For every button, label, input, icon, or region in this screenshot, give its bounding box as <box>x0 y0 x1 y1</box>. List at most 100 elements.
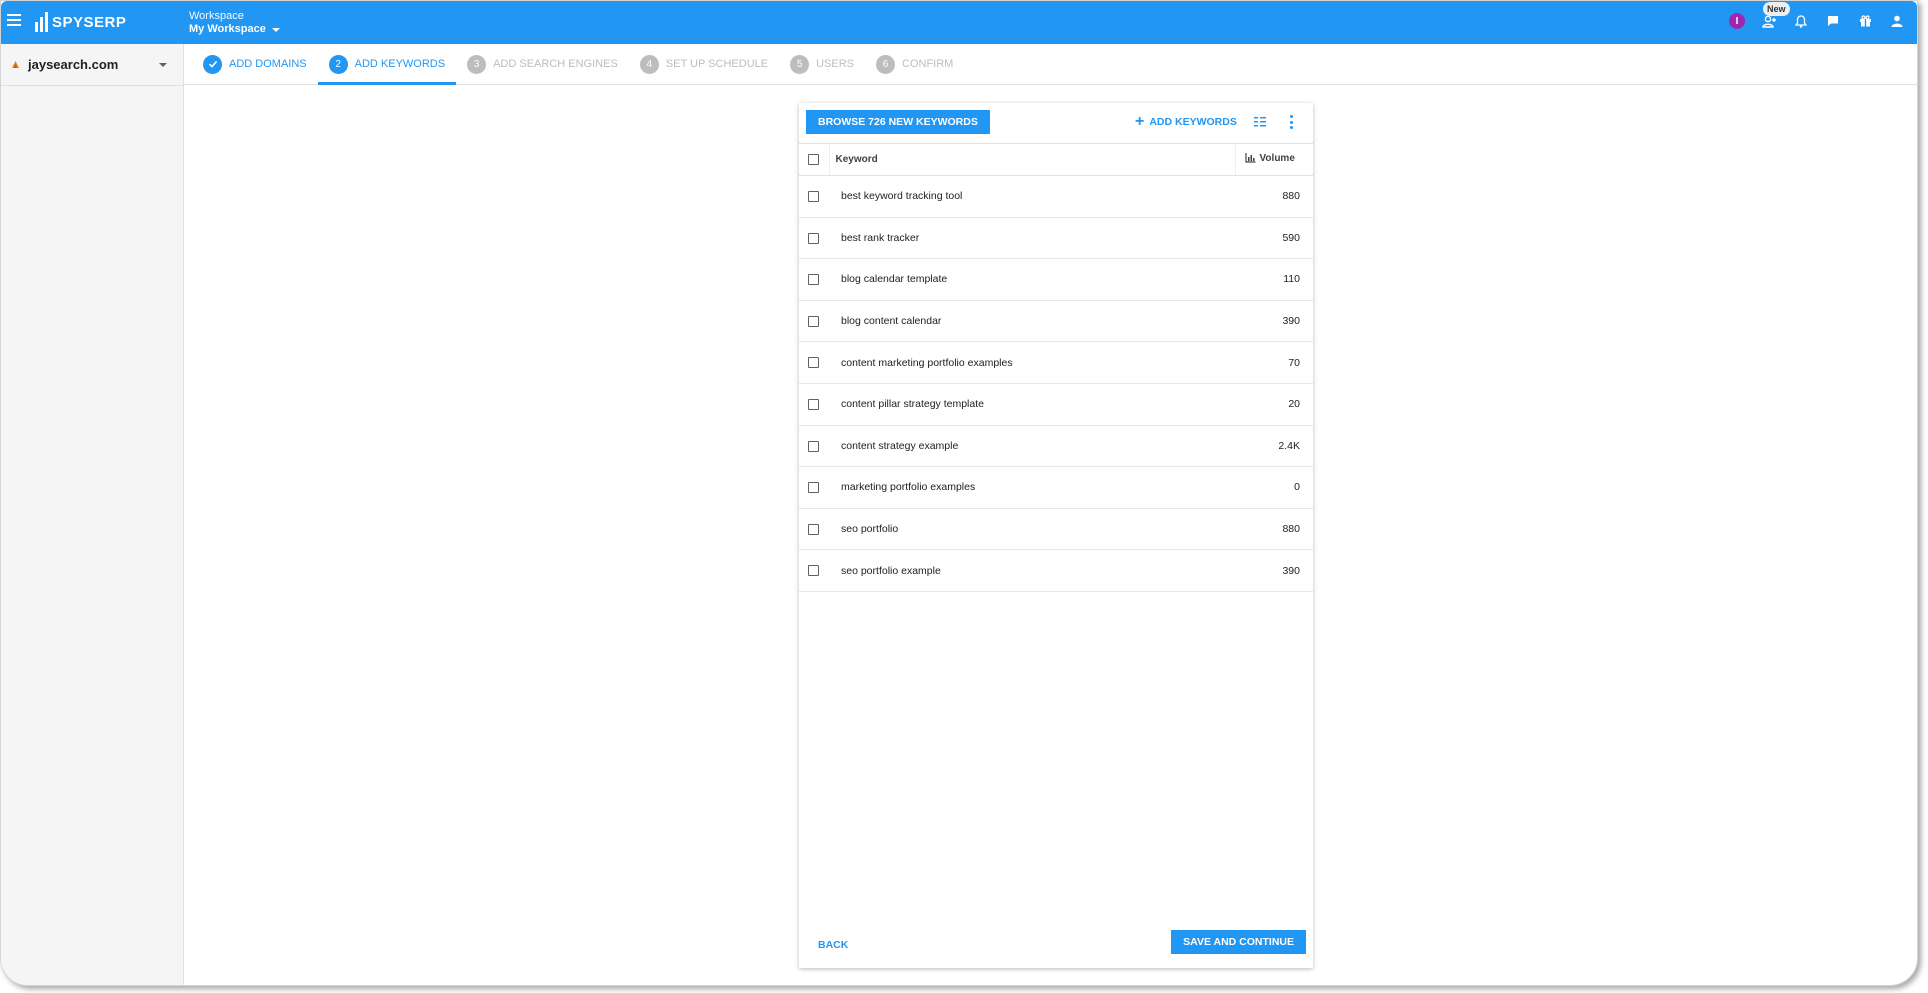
keyword-cell: content strategy example <box>829 425 1235 468</box>
row-check-cell <box>799 175 829 218</box>
top-app-bar: SPYSERP Workspace My Workspace I New <box>1 1 1917 44</box>
messages-button[interactable] <box>1825 13 1841 29</box>
volume-cell: 880 <box>1235 175 1313 218</box>
row-checkbox[interactable] <box>808 482 819 494</box>
keyword-cell: blog calendar template <box>829 258 1235 301</box>
row-check-cell <box>799 425 829 468</box>
volume-cell: 390 <box>1235 300 1313 343</box>
gift-button[interactable] <box>1857 13 1873 29</box>
keyword-cell: content marketing portfolio examples <box>829 341 1235 384</box>
new-badge: New <box>1763 2 1790 16</box>
chevron-down-icon <box>271 27 280 32</box>
row-checkbox[interactable] <box>808 274 819 286</box>
check-icon <box>203 54 222 74</box>
logo-text: SPYSERP <box>52 13 127 31</box>
plus-icon: + <box>1135 113 1145 130</box>
app-logo[interactable]: SPYSERP <box>35 12 126 32</box>
add-user-button[interactable]: New <box>1761 2 1790 29</box>
keywords-table: Keyword Volume best keyword tracking too… <box>799 143 1313 592</box>
row-check-cell <box>799 341 829 384</box>
sidebar: jaysearch.com <box>1 44 184 985</box>
table-row[interactable]: content strategy example 2.4K <box>799 425 1313 468</box>
row-checkbox[interactable] <box>808 565 819 577</box>
workspace-name-text: My Workspace <box>189 23 266 35</box>
step-number: 5 <box>790 54 810 74</box>
workspace-switcher[interactable]: Workspace My Workspace <box>189 10 280 36</box>
browse-keywords-button[interactable]: BROWSE 726 NEW KEYWORDS <box>806 110 990 134</box>
user-avatar[interactable]: I <box>1729 13 1745 29</box>
table-row[interactable]: seo portfolio example 390 <box>799 549 1313 592</box>
row-checkbox[interactable] <box>808 191 819 203</box>
notifications-button[interactable] <box>1793 13 1809 29</box>
avatar-badge: I <box>1729 13 1745 29</box>
step-number: 2 <box>328 54 348 74</box>
step-users[interactable]: 5 USERS <box>779 44 865 84</box>
volume-cell: 880 <box>1235 508 1313 551</box>
step-number: 4 <box>639 54 659 74</box>
site-favicon-icon <box>12 61 19 68</box>
add-keywords-button[interactable]: + ADD KEYWORDS <box>1135 112 1237 132</box>
step-label: ADD SEARCH ENGINES <box>493 58 618 70</box>
table-row[interactable]: blog content calendar 390 <box>799 300 1313 343</box>
keyword-cell: seo portfolio <box>829 508 1235 551</box>
back-button[interactable]: BACK <box>818 939 848 951</box>
row-checkbox[interactable] <box>808 315 819 327</box>
step-add-search-engines[interactable]: 3 ADD SEARCH ENGINES <box>456 44 629 84</box>
volume-column-header[interactable]: Volume <box>1234 143 1313 176</box>
volume-cell: 20 <box>1235 383 1313 426</box>
row-check-cell <box>799 549 829 592</box>
domain-selector[interactable]: jaysearch.com <box>1 44 183 86</box>
step-number: 3 <box>467 54 487 74</box>
table-row[interactable]: content pillar strategy template 20 <box>799 383 1313 426</box>
row-checkbox[interactable] <box>808 398 819 410</box>
step-set-up-schedule[interactable]: 4 SET UP SCHEDULE <box>629 44 779 84</box>
table-row[interactable]: best keyword tracking tool 880 <box>799 175 1313 218</box>
row-check-cell <box>799 300 829 343</box>
keyword-column-header[interactable]: Keyword <box>828 143 1235 176</box>
volume-cell: 2.4K <box>1235 425 1313 468</box>
step-label: ADD DOMAINS <box>229 58 307 70</box>
account-button[interactable] <box>1889 13 1905 29</box>
volume-cell: 0 <box>1235 466 1313 509</box>
keyword-cell: marketing portfolio examples <box>829 466 1235 509</box>
keyword-cell: best rank tracker <box>829 217 1235 260</box>
save-and-continue-button[interactable]: SAVE AND CONTINUE <box>1171 930 1306 954</box>
workspace-label: Workspace <box>189 10 244 22</box>
keyword-cell: blog content calendar <box>829 300 1235 343</box>
menu-icon[interactable] <box>7 14 21 26</box>
row-checkbox[interactable] <box>808 440 819 452</box>
step-label: SET UP SCHEDULE <box>665 58 769 70</box>
keyword-cell: content pillar strategy template <box>829 383 1235 426</box>
person-icon <box>1891 15 1903 27</box>
step-confirm[interactable]: 6 CONFIRM <box>865 44 964 84</box>
table-row[interactable]: blog calendar template 110 <box>799 258 1313 301</box>
step-label: ADD KEYWORDS <box>354 58 446 70</box>
table-row[interactable]: best rank tracker 590 <box>799 217 1313 260</box>
table-row[interactable]: marketing portfolio examples 0 <box>799 466 1313 509</box>
step-add-keywords[interactable]: 2 ADD KEYWORDS <box>317 44 457 85</box>
domain-name: jaysearch.com <box>28 57 119 72</box>
select-all-checkbox[interactable] <box>808 153 819 165</box>
workspace-name[interactable]: My Workspace <box>189 23 280 36</box>
add-user-icon <box>1761 15 1776 28</box>
step-add-domains[interactable]: ADD DOMAINS <box>192 44 318 84</box>
volume-header-label: Volume <box>1259 152 1295 164</box>
row-check-cell <box>799 258 829 301</box>
row-check-cell <box>799 217 829 260</box>
row-checkbox[interactable] <box>808 357 819 369</box>
add-keywords-label: ADD KEYWORDS <box>1149 116 1237 128</box>
row-checkbox[interactable] <box>808 523 819 535</box>
row-checkbox[interactable] <box>808 232 819 244</box>
keyword-cell: best keyword tracking tool <box>829 175 1235 218</box>
bell-icon <box>1795 14 1807 28</box>
table-header-row: Keyword Volume <box>799 143 1313 176</box>
bar-chart-icon <box>1244 153 1255 163</box>
wizard-stepper: ADD DOMAINS 2 ADD KEYWORDS 3 ADD SEARCH … <box>184 44 1917 85</box>
table-row[interactable]: content marketing portfolio examples 70 <box>799 341 1313 384</box>
list-view-icon[interactable] <box>1253 115 1267 129</box>
app-window: SPYSERP Workspace My Workspace I New jay… <box>0 0 1918 986</box>
table-row[interactable]: seo portfolio 880 <box>799 508 1313 551</box>
row-check-cell <box>799 466 829 509</box>
more-options-icon[interactable] <box>1290 115 1294 129</box>
step-number: 6 <box>876 54 895 74</box>
